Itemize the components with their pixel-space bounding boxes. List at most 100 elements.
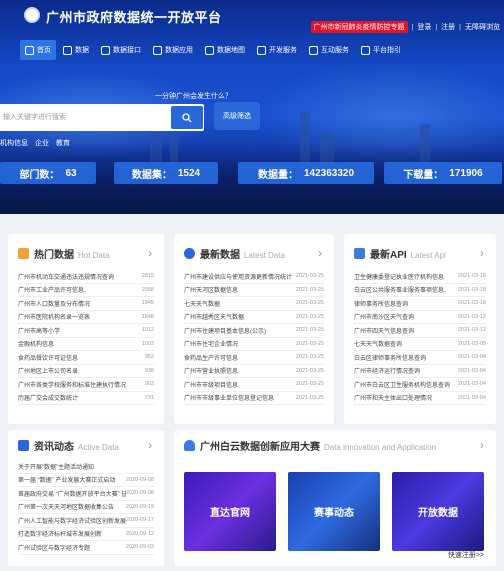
list-item-date: 2021-03-25 <box>295 354 324 361</box>
list-item[interactable]: 第一届 “数据” 产业发展大赛正式启动 2020-09-08 <box>18 474 154 487</box>
list-item[interactable]: 广州市经济运行情况查询 2021-03-04 <box>354 365 486 378</box>
list-item-title: 广州人工智能与数字经济试验区创新发展 <box>18 518 126 525</box>
list-item-title: 食药品生产许可信息 <box>184 355 239 362</box>
list-item[interactable]: 金融机构信息 1003 <box>18 338 154 351</box>
list-item[interactable]: 白云区律师事务所信息查询 2021-03-04 <box>354 351 486 365</box>
nav-home[interactable]: 首页 <box>20 40 56 60</box>
list-item[interactable]: 食药品生产许可信息 2021-03-25 <box>184 351 324 365</box>
nav-data[interactable]: 数据 <box>58 40 94 60</box>
list-item-title: 广州市工业产品许可信息 <box>18 288 85 295</box>
list-item[interactable]: 广州市南沙区天气查询 2021-03-12 <box>354 311 486 324</box>
list-item[interactable]: 卫生健康委登记执业医疗机构信息 2021-03-18 <box>354 270 486 284</box>
list-item[interactable]: 七天天气数据 2021-03-25 <box>184 297 324 311</box>
app-icon <box>153 45 162 55</box>
chevron-right-icon[interactable]: › <box>480 246 484 260</box>
special-topic-link[interactable]: 广州市新冠肺炎疫情防控专题 <box>310 21 408 33</box>
list-item[interactable]: 广州市营业执照信息 2021-03-25 <box>184 365 324 378</box>
quick-register-link[interactable]: 快速注册>> <box>448 550 484 560</box>
list-item-title: 首届政府交易 “广州数据开放平台大赛” 征集通知 <box>18 491 126 498</box>
list-item-title: 食药品餐饮许可证信息 <box>18 355 79 362</box>
list-item[interactable]: 广州天河区数据信息 2021-03-25 <box>184 284 324 297</box>
chevron-right-icon[interactable]: › <box>480 438 484 452</box>
hotword-link[interactable]: 教育 <box>56 138 70 148</box>
list-item-date: 2021-03-18 <box>457 286 486 293</box>
list-item-title: 广州市医院机构名录一览表 <box>18 315 91 322</box>
list-item-date: 2021-03-25 <box>295 381 324 388</box>
list-item[interactable]: 广州试验区与数字经济专题 2020-09-03 <box>18 541 154 555</box>
list-item[interactable]: 广州市住宅企业情况 2021-03-25 <box>184 338 324 351</box>
hotword-link[interactable]: 机构信息 <box>0 138 28 148</box>
list-item[interactable]: 广州人工智能与数字经济试验区创新发展 2020-09-17 <box>18 514 154 528</box>
list-item[interactable]: 首届政府交易 “广州数据开放平台大赛” 征集通知2020-09-08 <box>18 487 154 501</box>
list-item-date: 2021-03-04 <box>457 394 486 401</box>
nav-interact[interactable]: 互动服务 <box>304 40 354 60</box>
list-item-date: 2020-09-12 <box>125 530 154 537</box>
list-item[interactable]: 广州第一次天天河地区数据收集公告 2020-09-19 <box>18 501 154 514</box>
login-link[interactable]: 登录 <box>417 22 431 32</box>
top-utility-bar: 广州市新冠肺炎疫情防控专题 | 登录 | 注册 | 无障碍浏览 <box>310 21 500 33</box>
list-item[interactable]: 广州市市级项目信息 2021-03-25 <box>184 378 324 392</box>
search-input[interactable] <box>0 104 168 131</box>
api-icon <box>101 45 110 55</box>
list-item-date: 2021-03-04 <box>457 354 486 361</box>
list-item[interactable]: 广州市越秀区天气数据 2021-03-25 <box>184 311 324 324</box>
nav-guide[interactable]: 平台指引 <box>356 40 406 60</box>
hotword-link[interactable]: 企业 <box>35 138 49 148</box>
accessibility-link[interactable]: 无障碍浏览 <box>465 22 500 32</box>
list-item[interactable]: 广州市市级事业单位信息登记信息 2021-03-25 <box>184 392 324 405</box>
list-item[interactable]: 打造数字经济标杆城市发展创新 2020-09-12 <box>18 528 154 541</box>
list-item[interactable]: 广州市建设供应与使用资源更新情况统计 2021-03-25 <box>184 270 324 284</box>
stats-bar: 部门数： 63 数据集： 1524 数据量： 142363320 下载量： 171906 <box>0 162 504 184</box>
list-item[interactable]: 广州市住建项目基本信息(公示) 2021-03-25 <box>184 324 324 338</box>
list-item[interactable]: 食药品餐饮许可证信息 952 <box>18 351 154 365</box>
register-link[interactable]: 注册 <box>441 22 455 32</box>
chevron-right-icon[interactable]: › <box>318 246 322 260</box>
list-item-title: 广州市市级项目信息 <box>184 382 239 389</box>
advanced-filter-button[interactable]: 高级筛选 <box>214 102 260 130</box>
list-item[interactable]: 广州市人口数量及分布情况 1945 <box>18 297 154 311</box>
list-item-title: 广州第一次天天河地区数据收集公告 <box>18 505 115 512</box>
list-item[interactable]: 广州市白云区卫生服务机构信息查询 2021-03-04 <box>354 378 486 392</box>
list-item[interactable]: 广州地区上市公司名录 938 <box>18 365 154 378</box>
site-logo[interactable] <box>24 7 40 23</box>
list-item-title: 广州市越秀区天气数据 <box>184 315 245 322</box>
list-item-date: 2020-09-17 <box>125 517 154 524</box>
nav-apps[interactable]: 数据应用 <box>148 40 198 60</box>
list-item[interactable]: 广州市各类学校服务和标准住建执行情况 903 <box>18 378 154 392</box>
event-news-card[interactable]: 赛事动态 <box>288 472 380 551</box>
chevron-right-icon[interactable]: › <box>148 438 152 452</box>
stat-data-volume: 数据量： 142363320 <box>238 162 374 184</box>
chevron-right-icon[interactable]: › <box>148 246 152 260</box>
nav-map[interactable]: 数据地图 <box>200 40 250 60</box>
list-item-date: 2021-03-12 <box>457 327 486 334</box>
list-item-title: 第一届 “数据” 产业发展大赛正式启动 <box>18 478 116 485</box>
list-item[interactable]: 广州市高等小学 1012 <box>18 324 154 338</box>
list-item-title: 历届广交会成交数统计 <box>18 396 79 403</box>
search-button[interactable] <box>171 106 203 129</box>
list-item-count: 903 <box>144 381 154 388</box>
list-item[interactable]: 律师事务所信息查询 2021-03-18 <box>354 297 486 311</box>
list-item-date: 2020-09-19 <box>125 503 154 510</box>
official-site-card[interactable]: 直达官网 <box>184 472 276 551</box>
list-item[interactable]: 七天天气数据查询 2021-03-05 <box>354 338 486 351</box>
hot-data-icon <box>18 247 29 259</box>
list-item-date: 2021-03-05 <box>457 340 486 347</box>
list-item-title: 广州试验区与数字经济专题 <box>18 545 91 552</box>
site-title[interactable]: 广州市政府数据统一开放平台 <box>46 7 222 26</box>
list-item-date: 2020-09-03 <box>125 544 154 551</box>
nav-api[interactable]: 数据接口 <box>96 40 146 60</box>
nav-dev[interactable]: 开发服务 <box>252 40 302 60</box>
list-item-date: 2021-03-25 <box>295 300 324 307</box>
list-item-title: 七天天气数据 <box>184 301 221 308</box>
list-item[interactable]: 广州市和天主体出口处理情况 2021-03-04 <box>354 392 486 405</box>
list-item[interactable]: 关于开展“数据”主题活动通知 <box>18 460 154 474</box>
list-item[interactable]: 历届广交会成交数统计 731 <box>18 392 154 405</box>
list-item[interactable]: 广州市机动车交通违法违规情况查询 2815 <box>18 270 154 284</box>
list-item[interactable]: 广州市工业产品许可信息 2058 <box>18 284 154 297</box>
list-item-title: 广州市四天气信息查询 <box>354 328 415 335</box>
list-item[interactable]: 广州市四天气信息查询 2021-03-12 <box>354 324 486 338</box>
latest-data-icon <box>184 247 195 259</box>
list-item[interactable]: 白云区公共服务事业服务事项信息 2021-03-18 <box>354 284 486 297</box>
open-data-card[interactable]: 开放数据 <box>392 472 484 551</box>
list-item[interactable]: 广州市医院机构名录一览表 1848 <box>18 311 154 324</box>
